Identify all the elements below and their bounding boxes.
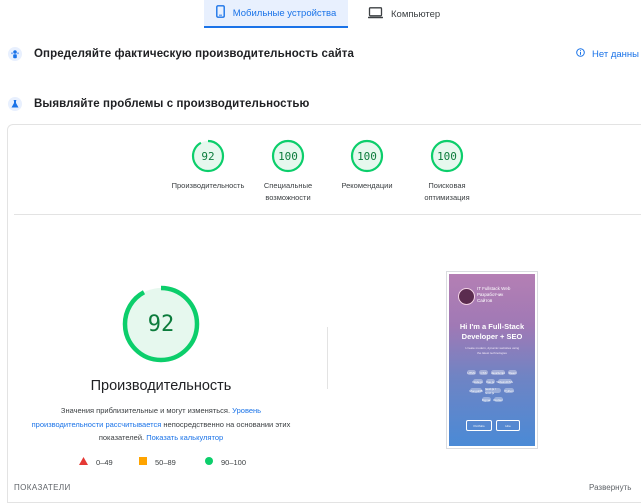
performance-score: 92: [147, 311, 175, 337]
score-label-performance: Производительность: [163, 180, 253, 192]
legend-average: 50–89: [139, 457, 176, 467]
score-label-best-practices: Рекомендации: [322, 180, 412, 192]
no-data-label: Нет данны: [592, 48, 639, 60]
circle-icon: [205, 457, 213, 467]
tab-desktop-label: Компьютер: [391, 8, 441, 20]
score-label-seo: Поисковая оптимизация: [402, 180, 492, 204]
performance-gauge: 92: [121, 284, 201, 364]
score-label-line: Специальные: [263, 181, 313, 190]
score-gauge-best-practices[interactable]: 100: [350, 139, 384, 173]
field-data-header: Определяйте фактическую производительнос…: [0, 42, 641, 66]
no-data-link[interactable]: Нет данны: [576, 48, 639, 60]
tab-mobile[interactable]: Мобильные устройства: [204, 0, 348, 28]
headline-line: Hi I'm a Full-Stack: [459, 322, 525, 331]
preview-tag: CSS: [479, 370, 488, 375]
show-calculator-link[interactable]: Показать калькулятор: [146, 433, 223, 442]
preview-subtitle: I create modern, dynamic websites using …: [449, 346, 535, 355]
score-label-line: Рекомендации: [341, 181, 393, 190]
square-icon: [139, 457, 147, 467]
preview-tag: Docker: [493, 397, 503, 402]
score-label-line: возможности: [265, 193, 311, 202]
preview-tag: Vue.js: [485, 379, 495, 384]
subtitle-line: I create modern, dynamic websites using: [464, 346, 520, 350]
preview-tag: MongoDB: [469, 388, 483, 393]
preview-button: Hire: [496, 420, 520, 431]
preview-tag: React: [508, 370, 517, 375]
preview-role: Разработчик: [477, 292, 504, 297]
legend-label: 0–49: [96, 457, 113, 467]
preview-headline: Hi I'm a Full-Stack Developer + SEO: [449, 322, 535, 342]
device-tabs: Мобильные устройства Компьютер: [0, 0, 641, 34]
avatar: [458, 288, 475, 305]
preview-name-block: IT Fullstack Web Разработчик Сайтов: [477, 286, 510, 304]
flask-icon: [8, 97, 22, 111]
score-value: 100: [357, 149, 377, 163]
preview-tag: HTML: [467, 370, 476, 375]
preview-tag: Node.js: [472, 379, 483, 384]
score-value: 92: [201, 149, 215, 163]
subtitle-line: the latest technologies: [477, 350, 507, 355]
lab-data-header: Выявляйте проблемы с производительностью: [0, 92, 641, 116]
score-label-accessibility: Специальные возможности: [243, 180, 333, 204]
legend-fail: 0–49: [79, 457, 113, 467]
score-gauge-performance[interactable]: 92: [191, 139, 225, 173]
section-divider: [14, 214, 641, 215]
score-label-line: оптимизация: [424, 193, 470, 202]
preview-tag: Next.js / Nuxt.js: [485, 387, 501, 395]
metrics-heading: ПОКАЗАТЕЛИ: [14, 483, 71, 492]
expand-button[interactable]: Развернуть: [589, 483, 631, 492]
triangle-icon: [79, 457, 88, 467]
performance-description: Значения приблизительные и могут изменят…: [28, 404, 294, 445]
performance-title: Производительность: [90, 378, 232, 394]
preview-name: IT Fullstack Web: [477, 286, 511, 291]
field-data-title: Определяйте фактическую производительнос…: [34, 48, 354, 60]
preview-role: Сайтов: [477, 298, 493, 303]
screenshot-content: IT Fullstack Web Разработчик Сайтов Hi I…: [449, 274, 535, 446]
score-label-line: Поисковая: [428, 181, 466, 190]
lab-data-title: Выявляйте проблемы с производительностью: [34, 98, 310, 110]
preview-tag: Python: [504, 388, 514, 393]
score-gauge-seo[interactable]: 100: [430, 139, 464, 173]
score-label-line: Производительность: [171, 181, 245, 190]
preview-tag: JavaScript: [491, 370, 506, 375]
tab-mobile-label: Мобильные устройства: [232, 7, 337, 19]
page-screenshot[interactable]: IT Fullstack Web Разработчик Сайтов Hi I…: [446, 271, 538, 449]
score-value: 100: [437, 149, 457, 163]
headline-line: Developer + SEO: [461, 332, 523, 341]
desktop-icon: [368, 6, 383, 22]
preview-tag: Figma: [481, 397, 491, 402]
mobile-icon: [215, 5, 225, 21]
tab-desktop[interactable]: Компьютер: [360, 0, 466, 28]
legend-label: 50–89: [155, 457, 176, 467]
preview-tag: TailwindCSS: [496, 379, 513, 384]
description-text: Значения приблизительные и могут изменят…: [60, 406, 231, 415]
legend-pass: 90–100: [205, 457, 246, 467]
score-value: 100: [278, 149, 298, 163]
people-icon: [8, 47, 22, 61]
preview-button: Portfolio: [466, 420, 492, 431]
info-icon: [576, 48, 585, 60]
vertical-divider: [327, 327, 328, 389]
legend-label: 90–100: [221, 457, 247, 467]
score-gauge-accessibility[interactable]: 100: [271, 139, 305, 173]
